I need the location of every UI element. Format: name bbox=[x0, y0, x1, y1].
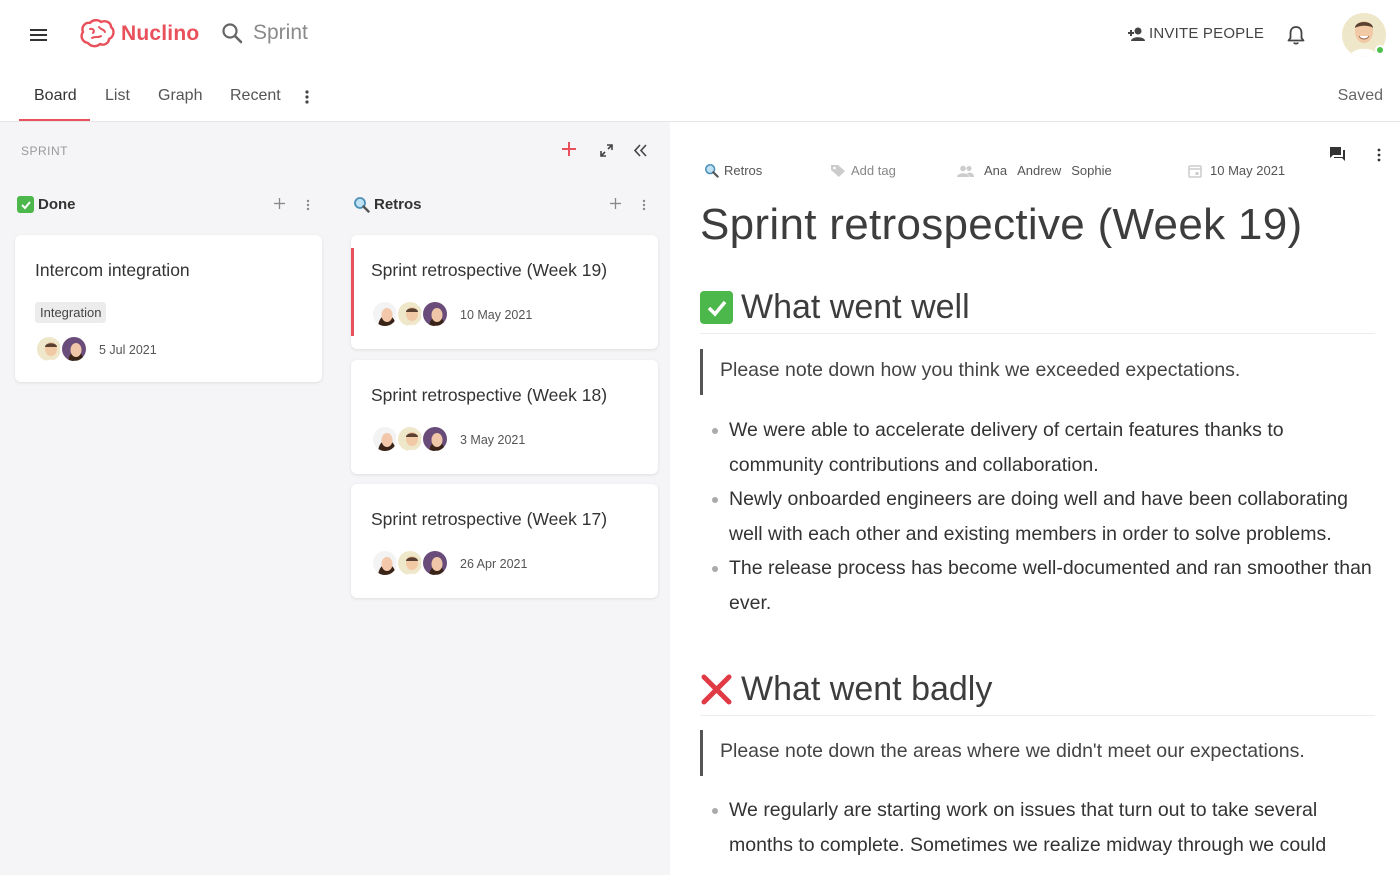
avatar bbox=[421, 300, 449, 328]
people-icon bbox=[957, 165, 974, 177]
list-item[interactable]: We were able to accelerate delivery of c… bbox=[710, 413, 1375, 482]
avatar bbox=[60, 335, 88, 363]
search-icon bbox=[222, 23, 243, 44]
calendar-icon bbox=[1188, 164, 1202, 178]
column-add-icon[interactable] bbox=[274, 198, 285, 209]
collapse-icon[interactable] bbox=[633, 144, 647, 157]
more-vertical-icon[interactable] bbox=[1376, 148, 1382, 162]
hamburger-icon[interactable] bbox=[28, 27, 50, 43]
avatar bbox=[371, 549, 399, 577]
assignees[interactable]: Ana Andrew Sophie bbox=[957, 163, 1112, 178]
invite-label: INVITE PEOPLE bbox=[1149, 25, 1265, 42]
tab-board[interactable]: Board bbox=[34, 87, 77, 105]
assignee-name: Ana bbox=[984, 163, 1008, 178]
card-title: Sprint retrospective (Week 18) bbox=[371, 385, 608, 405]
app-logo[interactable]: Nuclino bbox=[79, 19, 199, 49]
heading-text: What went well bbox=[741, 288, 970, 326]
card-avatars bbox=[371, 425, 449, 453]
add-person-icon bbox=[1128, 27, 1145, 41]
bell-icon bbox=[1287, 26, 1305, 45]
check-mark-icon bbox=[17, 196, 34, 213]
card-date: 5 Jul 2021 bbox=[99, 343, 157, 357]
add-tag-button[interactable]: Add tag bbox=[830, 163, 896, 178]
avatar bbox=[421, 425, 449, 453]
document-title[interactable]: Sprint retrospective (Week 19) bbox=[700, 200, 1302, 250]
cross-icon bbox=[701, 674, 732, 705]
card-title: Sprint retrospective (Week 19) bbox=[371, 260, 608, 280]
card-title: Sprint retrospective (Week 17) bbox=[371, 509, 608, 529]
more-vertical-icon[interactable] bbox=[303, 89, 311, 105]
section-quote[interactable]: Please note down how you think we exceed… bbox=[700, 349, 1240, 395]
tab-list[interactable]: List bbox=[105, 87, 130, 105]
bullet-list: We regularly are starting work on issues… bbox=[710, 793, 1375, 862]
save-status: Saved bbox=[1337, 87, 1383, 104]
comment-icon[interactable] bbox=[1329, 146, 1346, 162]
column-header-retros[interactable]: Retros bbox=[353, 196, 422, 213]
collection-link[interactable]: Retros bbox=[704, 163, 762, 178]
invite-people-button[interactable]: INVITE PEOPLE bbox=[1127, 25, 1264, 42]
column-name: Retros bbox=[374, 196, 422, 213]
assignee-name: Andrew bbox=[1017, 163, 1062, 178]
avatar bbox=[421, 549, 449, 577]
avatar bbox=[371, 425, 399, 453]
tab-graph[interactable]: Graph bbox=[158, 87, 202, 105]
card-tag[interactable]: Integration bbox=[35, 302, 107, 323]
check-mark-icon bbox=[700, 291, 733, 324]
notifications-button[interactable] bbox=[1286, 24, 1306, 51]
card-avatars bbox=[35, 335, 88, 363]
bullet-list: We were able to accelerate delivery of c… bbox=[710, 413, 1375, 620]
board-panel: SPRINT Done Intercom integration Integra… bbox=[0, 122, 670, 875]
avatar bbox=[396, 300, 424, 328]
card-sprint-retro-week-18[interactable]: Sprint retrospective (Week 18) 3 May 202… bbox=[351, 360, 658, 474]
card-date: 26 Apr 2021 bbox=[460, 557, 528, 571]
top-bar: Nuclino Sprint INVITE PEOPLE bbox=[0, 0, 1400, 70]
online-status-dot bbox=[1375, 45, 1385, 55]
list-item[interactable]: The release process has become well-docu… bbox=[710, 551, 1375, 620]
add-tag-label: Add tag bbox=[851, 163, 896, 178]
document-date: 10 May 2021 bbox=[1210, 163, 1286, 178]
section-heading-went-well[interactable]: What went well bbox=[700, 288, 1375, 334]
heading-text: What went badly bbox=[741, 670, 993, 708]
brain-logo-icon bbox=[80, 19, 115, 48]
card-date: 10 May 2021 bbox=[460, 308, 533, 322]
avatar bbox=[396, 425, 424, 453]
column-name: Done bbox=[38, 196, 76, 213]
avatar bbox=[35, 335, 63, 363]
card-avatars bbox=[371, 300, 449, 328]
expand-icon[interactable] bbox=[600, 144, 613, 157]
column-add-icon[interactable] bbox=[610, 198, 621, 209]
magnifier-icon bbox=[704, 163, 719, 178]
card-sprint-retro-week-17[interactable]: Sprint retrospective (Week 17) 26 Apr 20… bbox=[351, 484, 658, 598]
card-avatars bbox=[371, 549, 449, 577]
section-heading-went-badly[interactable]: What went badly bbox=[700, 670, 1375, 716]
tag-icon bbox=[831, 164, 845, 177]
tab-recent[interactable]: Recent bbox=[230, 87, 281, 105]
avatar bbox=[396, 549, 424, 577]
more-vertical-icon[interactable] bbox=[305, 199, 311, 211]
assignee-name: Sophie bbox=[1071, 163, 1112, 178]
more-vertical-icon[interactable] bbox=[641, 199, 647, 211]
avatar bbox=[371, 300, 399, 328]
collection-name: Retros bbox=[724, 163, 763, 178]
active-tab-indicator bbox=[19, 119, 90, 121]
date-field[interactable]: 10 May 2021 bbox=[1188, 163, 1285, 178]
section-quote[interactable]: Please note down the areas where we didn… bbox=[700, 730, 1305, 776]
board-title: SPRINT bbox=[21, 144, 69, 158]
list-item[interactable]: We regularly are starting work on issues… bbox=[710, 793, 1375, 862]
app-name: Nuclino bbox=[121, 22, 200, 45]
card-intercom-integration[interactable]: Intercom integration Integration 5 Jul 2… bbox=[15, 235, 322, 382]
card-title: Intercom integration bbox=[35, 260, 190, 280]
plus-icon[interactable] bbox=[561, 141, 577, 157]
card-sprint-retro-week-19[interactable]: Sprint retrospective (Week 19) 10 May 20… bbox=[351, 235, 658, 349]
card-date: 3 May 2021 bbox=[460, 433, 526, 447]
list-item[interactable]: Newly onboarded engineers are doing well… bbox=[710, 482, 1375, 551]
column-header-done[interactable]: Done bbox=[17, 196, 76, 213]
magnifier-icon bbox=[354, 197, 370, 213]
document-panel: Retros Add tag Ana Andrew Sophie 10 May … bbox=[670, 122, 1400, 875]
search-text: Sprint bbox=[253, 21, 308, 44]
view-tabs: Board List Graph Recent Saved bbox=[0, 70, 1400, 122]
search-input[interactable]: Sprint bbox=[221, 21, 308, 45]
